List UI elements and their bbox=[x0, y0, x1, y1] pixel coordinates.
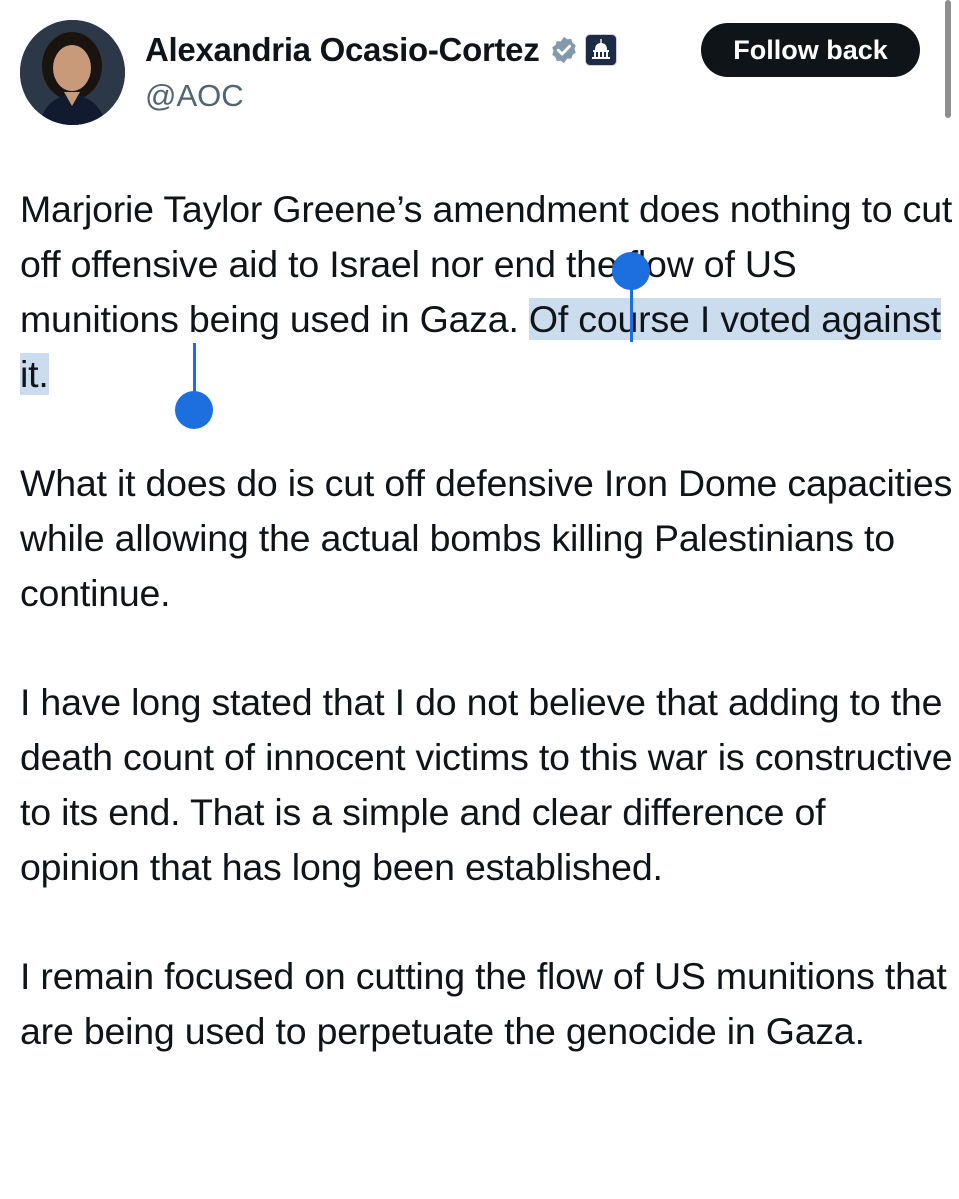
tweet-paragraph-4: I remain focused on cutting the flow of … bbox=[20, 955, 947, 1052]
avatar[interactable] bbox=[20, 20, 125, 125]
author-name-row: Alexandria Ocasio-Cortez bbox=[145, 26, 618, 74]
author-handle[interactable]: @AOC bbox=[145, 78, 244, 114]
tweet-text: Marjorie Taylor Greene’s amendment does … bbox=[20, 182, 955, 1113]
selection-end-handle[interactable] bbox=[175, 391, 213, 429]
selection-start-handle[interactable] bbox=[612, 252, 650, 290]
avatar-photo bbox=[20, 20, 125, 125]
follow-back-button[interactable]: Follow back bbox=[701, 23, 920, 77]
tweet-paragraph-2: What it does do is cut off defensive Iro… bbox=[20, 462, 953, 614]
scrollbar[interactable] bbox=[945, 0, 951, 118]
tweet-paragraph-3: I have long stated that I do not believe… bbox=[20, 681, 953, 888]
selection-end-caret bbox=[193, 343, 196, 398]
tweet-paragraph-1: Marjorie Taylor Greene’s amendment does … bbox=[20, 182, 955, 402]
tweet-header: Alexandria Ocasio-Cortez @AOC Follow bac… bbox=[0, 0, 959, 140]
capitol-affiliation-icon[interactable] bbox=[585, 34, 618, 66]
verified-badge-icon[interactable] bbox=[549, 35, 579, 65]
author-name[interactable]: Alexandria Ocasio-Cortez bbox=[145, 31, 540, 69]
